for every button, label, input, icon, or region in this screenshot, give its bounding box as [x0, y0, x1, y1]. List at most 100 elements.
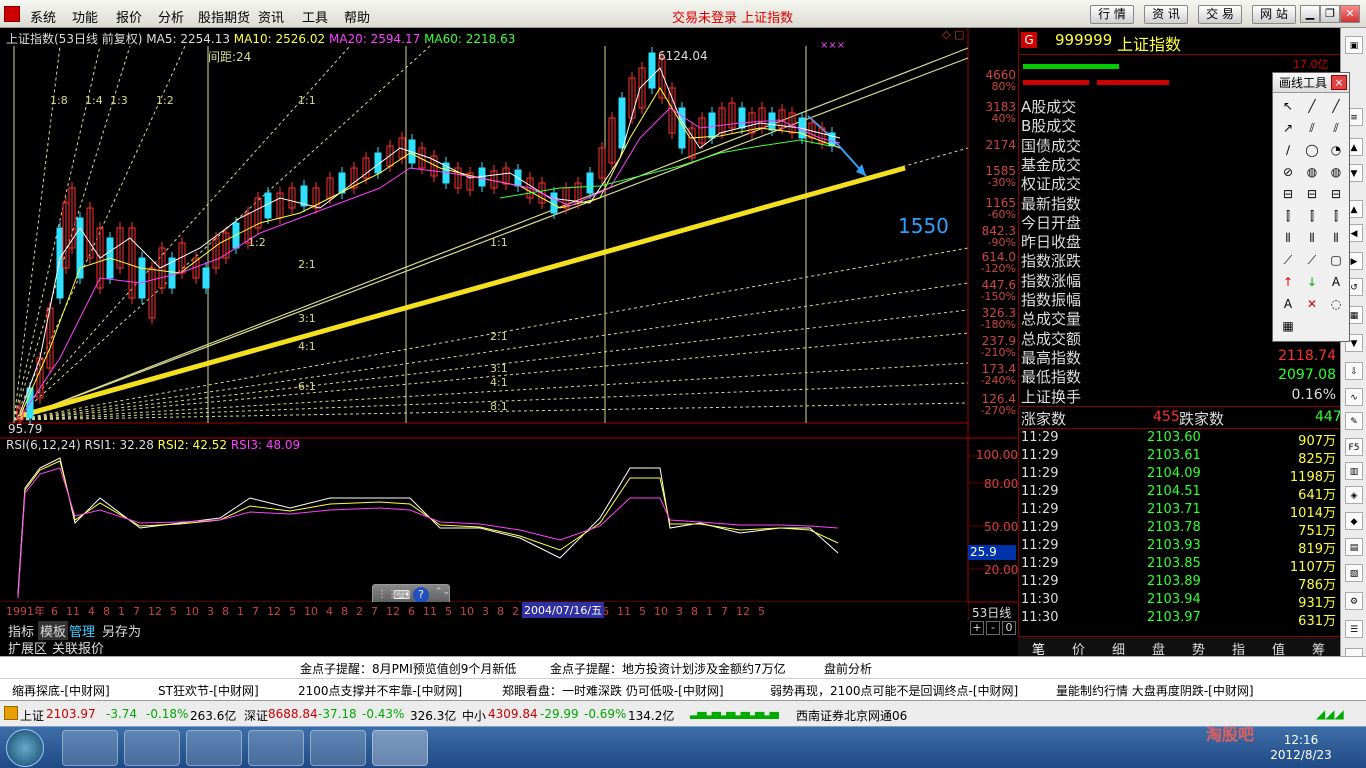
start-button[interactable]: [6, 729, 44, 767]
text-icon[interactable]: A: [1327, 273, 1345, 291]
news-item[interactable]: 郑眼看盘：一时难深跌 仍可低吸-[中财网]: [502, 682, 724, 699]
close-icon[interactable]: ✕: [1340, 5, 1360, 23]
list-icon[interactable]: ☰: [1345, 620, 1363, 638]
chart-corner-icons[interactable]: ◇ ▢: [942, 28, 964, 41]
zoom-reset-button[interactable]: 0: [1002, 621, 1016, 635]
trade-button[interactable]: 交 易: [1198, 5, 1242, 24]
volume-bar-red2: [1097, 80, 1169, 85]
tick-volume: 641万: [1298, 488, 1336, 503]
keyboard-icon[interactable]: ⌨: [393, 588, 410, 602]
fib-icon[interactable]: ⫿: [1279, 207, 1297, 225]
text-icon[interactable]: A: [1279, 295, 1297, 313]
grid-icon[interactable]: ⦀: [1327, 229, 1345, 247]
segment-icon[interactable]: ∕: [1279, 141, 1297, 159]
kline-chart-svg: [0, 28, 1018, 620]
channel-icon[interactable]: ⊟: [1327, 185, 1345, 203]
rect-icon[interactable]: ▢: [1327, 251, 1345, 269]
tool-icon[interactable]: ◆: [1345, 512, 1363, 530]
indicator-icon[interactable]: ∿: [1345, 388, 1363, 406]
info-label: 总成交额: [1021, 329, 1082, 348]
time-axis-labels: 1991年 6 11 4 8 1 7 12 5 10 3 8 1 7 12 5 10 4 8 2 7 12 6 11 5 10 3 8…: [6, 603, 773, 619]
menu-tools[interactable]: 工具: [302, 7, 328, 26]
news-item[interactable]: 金点子提醒：8月PMI预览值创9个月新低: [300, 660, 516, 677]
down-arrow-icon[interactable]: ⇩: [1345, 362, 1363, 380]
arc-icon[interactable]: ◔: [1327, 141, 1345, 159]
clock[interactable]: 12:16 2012/8/23: [1266, 733, 1336, 763]
time-axis-label: 5: [445, 605, 452, 618]
restore-icon[interactable]: ❐: [1320, 5, 1340, 23]
period-label[interactable]: 53日线: [972, 604, 1011, 621]
fib-icon[interactable]: ⫿: [1327, 207, 1345, 225]
pencil-icon[interactable]: ✎: [1345, 412, 1363, 430]
menu-analysis[interactable]: 分析: [158, 7, 184, 26]
calc-icon[interactable]: ▧: [1345, 564, 1363, 582]
tab-save-as[interactable]: 另存为: [102, 621, 141, 640]
tab-related-quote[interactable]: 关联报价: [52, 638, 104, 657]
news-item[interactable]: 量能制约行情 大盘再度阴跌-[中财网]: [1056, 682, 1254, 699]
website-button[interactable]: 网 站: [1252, 5, 1296, 24]
grid-icon[interactable]: ▤: [1345, 538, 1363, 556]
sh-value: 2103.97: [46, 707, 96, 721]
gift-icon[interactable]: ◈: [1345, 486, 1363, 504]
time-axis-label: 3: [676, 605, 683, 618]
close-icon[interactable]: ×: [1331, 75, 1347, 90]
tab-extension-area[interactable]: 扩展区: [8, 638, 47, 657]
up-arrow-icon[interactable]: ↑: [1279, 273, 1297, 291]
news-item[interactable]: 缩再探底-[中财网]: [12, 682, 110, 699]
stock-app-icon[interactable]: [372, 730, 428, 766]
app-icon[interactable]: [186, 730, 242, 766]
guosen-icon[interactable]: [310, 730, 366, 766]
zoom-out-button[interactable]: -: [986, 621, 1000, 635]
gann-icon[interactable]: ◍: [1327, 163, 1345, 181]
minimize-icon[interactable]: ▁: [1300, 5, 1320, 23]
chart-icon[interactable]: ▥: [1345, 462, 1363, 480]
chart-area[interactable]: 上证指数(53日线 前复权) MA5: 2254.13 MA10: 2526.0…: [0, 28, 1018, 620]
gann-icon[interactable]: ◍: [1303, 163, 1321, 181]
circle-icon[interactable]: ◯: [1303, 141, 1321, 159]
collapse-icon[interactable]: ▣: [1345, 36, 1363, 54]
parallel-icon[interactable]: ⫽: [1303, 119, 1321, 137]
news-item[interactable]: 2100点支撑并不牢靠-[中财网]: [298, 682, 462, 699]
menu-system[interactable]: 系统: [30, 7, 56, 26]
collapse-icon[interactable]: ⌃⌄: [435, 587, 450, 597]
draw-tool-palette[interactable]: 画线工具 × ↖ ╱ ╱ ↗ ⫽ ⫽ ∕ ◯ ◔ ⊘ ◍ ◍ ⊟ ⊟ ⊟ ⫿ ⫿ ⫿ ⦀ ⦀ ⦀ ⟋ ⟋ ▢ ↑ ↓ A A ✕ ◌ ▦: [1272, 72, 1350, 342]
fan-icon[interactable]: ⟋: [1303, 251, 1321, 269]
news-item[interactable]: ST狂欢节-[中财网]: [158, 682, 259, 699]
hide-icon[interactable]: ◌: [1327, 295, 1345, 313]
info-button[interactable]: 资 讯: [1144, 5, 1188, 24]
time-axis-label: 8: [497, 605, 504, 618]
pointer-icon[interactable]: ↖: [1279, 97, 1297, 115]
fan-icon[interactable]: ⟋: [1279, 251, 1297, 269]
news-item[interactable]: 弱势再现，2100点可能不是回调终点-[中财网]: [770, 682, 1018, 699]
gear-icon[interactable]: ⚙: [1345, 592, 1363, 610]
parallel-icon[interactable]: ⫽: [1327, 119, 1345, 137]
grid-icon[interactable]: ⦀: [1303, 229, 1321, 247]
menu-news[interactable]: 资讯: [258, 7, 284, 26]
menu-futures[interactable]: 股指期货: [198, 7, 250, 26]
grid-icon[interactable]: ⦀: [1279, 229, 1297, 247]
market-button[interactable]: 行 情: [1090, 5, 1134, 24]
cycle-icon[interactable]: ⊘: [1279, 163, 1297, 181]
channel-icon[interactable]: ⊟: [1303, 185, 1321, 203]
channel-icon[interactable]: ⊟: [1279, 185, 1297, 203]
menu-help[interactable]: 帮助: [344, 7, 370, 26]
news-item[interactable]: 盘前分析: [824, 660, 872, 677]
menu-icon[interactable]: ▦: [1279, 317, 1297, 335]
ie-icon[interactable]: [248, 730, 304, 766]
news-item[interactable]: 金点子提醒：地方投资计划涉及金额约7万亿: [550, 660, 786, 677]
line-icon[interactable]: ╱: [1327, 97, 1345, 115]
help-icon[interactable]: ?: [413, 587, 429, 603]
menu-function[interactable]: 功能: [72, 7, 98, 26]
fib-icon[interactable]: ⫿: [1303, 207, 1321, 225]
ray-icon[interactable]: ↗: [1279, 119, 1297, 137]
fs-icon[interactable]: F5: [1345, 438, 1363, 456]
sogou-icon[interactable]: [124, 730, 180, 766]
line-icon[interactable]: ╱: [1303, 97, 1321, 115]
menu-quote[interactable]: 报价: [116, 7, 142, 26]
explorer-icon[interactable]: [62, 730, 118, 766]
down-arrow-icon[interactable]: ↓: [1303, 273, 1321, 291]
chart-index-name: 上证指数(53日线 前复权): [6, 32, 143, 46]
info-value: 2118.74: [1278, 347, 1336, 364]
delete-icon[interactable]: ✕: [1303, 295, 1321, 313]
zoom-in-button[interactable]: +: [970, 621, 984, 635]
